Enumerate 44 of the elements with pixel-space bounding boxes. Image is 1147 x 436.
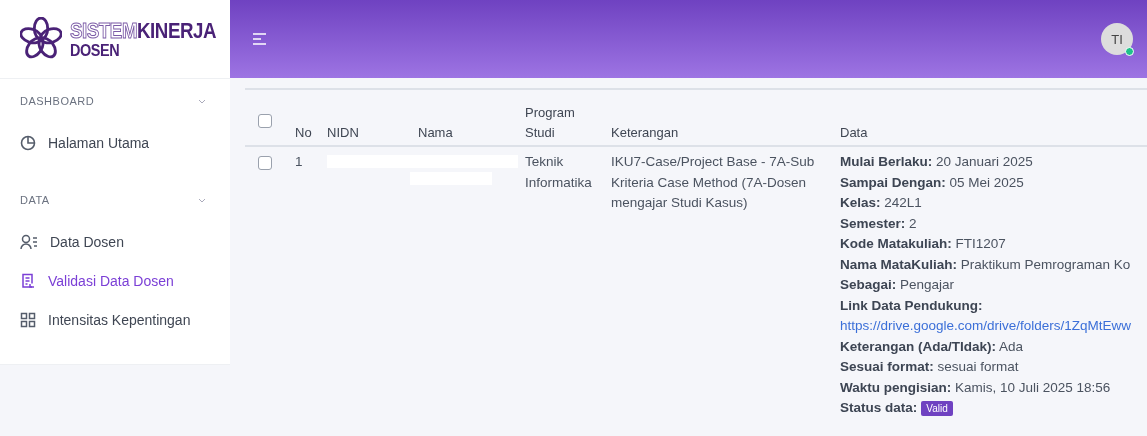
user-avatar[interactable]: TI <box>1101 23 1133 55</box>
flower-logo-icon <box>20 17 62 61</box>
sidebar-item[interactable]: Data Dosen <box>20 222 210 261</box>
chevron-icon[interactable] <box>198 98 206 104</box>
document-icon <box>20 272 36 289</box>
row-checkbox[interactable] <box>258 156 272 170</box>
data-field: Kelas: 242L1 <box>840 193 1147 214</box>
status-badge: Valid <box>921 400 953 416</box>
sidebar-item[interactable]: Validasi Data Dosen <box>20 261 210 300</box>
menu-button[interactable] <box>252 32 268 46</box>
chevron-icon[interactable] <box>198 197 206 203</box>
data-field: Mulai Berlaku: 20 Januari 2025 <box>840 152 1147 173</box>
select-all-checkbox[interactable] <box>258 114 272 128</box>
table-cell-text: IKU7-Case/Project Base - 7A-Sub Kriteria Case Method (7A-Dosen mengajar Studi Kasus) <box>611 153 816 212</box>
sidebar-item[interactable]: Intensitas Kepentingan <box>20 300 210 339</box>
column-header: Data <box>840 123 869 142</box>
logo-title: SISTEM <box>70 19 138 42</box>
menu-icon <box>252 32 268 46</box>
data-field: Nama MataKuliah: Praktikum Pemrograman Ko <box>840 254 1147 275</box>
drive-link[interactable]: https://drive.google.com/drive/folders/1ZqMtEww <box>840 316 1147 337</box>
data-field: Kode Matakuliah: FTI1207 <box>840 234 1147 255</box>
data-field: Waktu pengisian: Kamis, 10 Juli 2025 18:56 <box>840 377 1147 398</box>
table-cell-text: 1 <box>295 153 304 171</box>
data-field: Sampai Dengan: 05 Mei 2025 <box>840 172 1147 193</box>
column-header: No <box>295 123 313 142</box>
section-title: DATA <box>20 194 50 206</box>
table-cell-text: Teknik Informatika <box>525 153 593 192</box>
user-list-icon <box>20 233 38 250</box>
column-header: NIDN <box>327 123 360 142</box>
data-field-label: Status data: <box>840 399 918 417</box>
data-field: Semester: 2 <box>840 213 1147 234</box>
grid-icon <box>20 311 36 328</box>
sidebar-item[interactable]: Halaman Utama <box>20 123 210 162</box>
logo-subtitle: DOSEN <box>70 41 121 59</box>
column-header: Nama <box>418 123 454 142</box>
column-header: Keterangan <box>611 123 680 142</box>
column-header: Program Studi <box>525 104 576 142</box>
pie-chart-icon <box>20 134 36 151</box>
logo-title: KINERJA <box>136 19 217 42</box>
data-field: Keterangan (Ada/TIdak): Ada <box>840 336 1147 357</box>
data-field: Sebagai: Pengajar <box>840 275 1147 296</box>
data-field: Sesuai format: sesuai format <box>840 357 1147 378</box>
data-field-label: Link Data Pendukung: <box>840 296 984 315</box>
section-title: DASHBOARD <box>20 95 95 107</box>
